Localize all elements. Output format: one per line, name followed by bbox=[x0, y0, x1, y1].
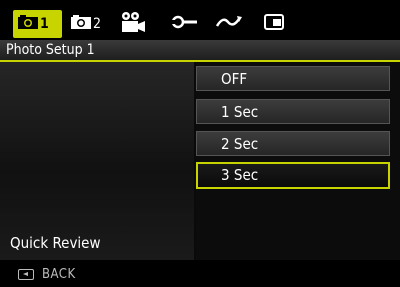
option-1-sec[interactable]: 1 Sec bbox=[196, 99, 390, 124]
footer-bar: BACK bbox=[0, 262, 400, 287]
option-3-sec[interactable]: 3 Sec bbox=[196, 162, 390, 189]
option-label: 3 Sec bbox=[221, 166, 259, 184]
option-label: OFF bbox=[221, 70, 248, 88]
memory-card-icon bbox=[263, 13, 285, 35]
option-2-sec[interactable]: 2 Sec bbox=[196, 131, 390, 156]
camera-icon bbox=[17, 14, 39, 34]
tab-label: 1 bbox=[40, 16, 49, 32]
option-label: 2 Sec bbox=[221, 135, 259, 153]
option-off[interactable]: OFF bbox=[196, 66, 390, 91]
back-label: BACK bbox=[42, 267, 76, 282]
tab-movie[interactable] bbox=[120, 11, 146, 37]
tab-photo-setup-2[interactable]: 2 bbox=[70, 11, 101, 37]
option-label: 1 Sec bbox=[221, 103, 259, 121]
tab-photo-setup-1[interactable]: 1 bbox=[13, 10, 62, 38]
tab-memory[interactable] bbox=[263, 11, 285, 37]
wrench-icon bbox=[171, 14, 198, 34]
tab-playback[interactable] bbox=[215, 11, 243, 37]
camera-icon bbox=[70, 14, 92, 34]
tab-label: 2 bbox=[93, 16, 102, 32]
back-key-icon bbox=[18, 269, 34, 280]
playback-icon bbox=[215, 14, 243, 34]
movie-camera-icon bbox=[120, 11, 146, 37]
back-button[interactable]: BACK bbox=[18, 267, 76, 282]
mode-tab-bar: 1 2 bbox=[0, 0, 400, 40]
tab-setup[interactable] bbox=[171, 11, 198, 37]
page-title: Photo Setup 1 bbox=[6, 42, 95, 58]
menu-item-panel: Quick Review bbox=[0, 62, 196, 260]
menu-item-label: Quick Review bbox=[10, 234, 101, 252]
menu-header: Photo Setup 1 bbox=[0, 40, 400, 62]
option-list: OFF 1 Sec 2 Sec 3 Sec bbox=[196, 62, 400, 260]
